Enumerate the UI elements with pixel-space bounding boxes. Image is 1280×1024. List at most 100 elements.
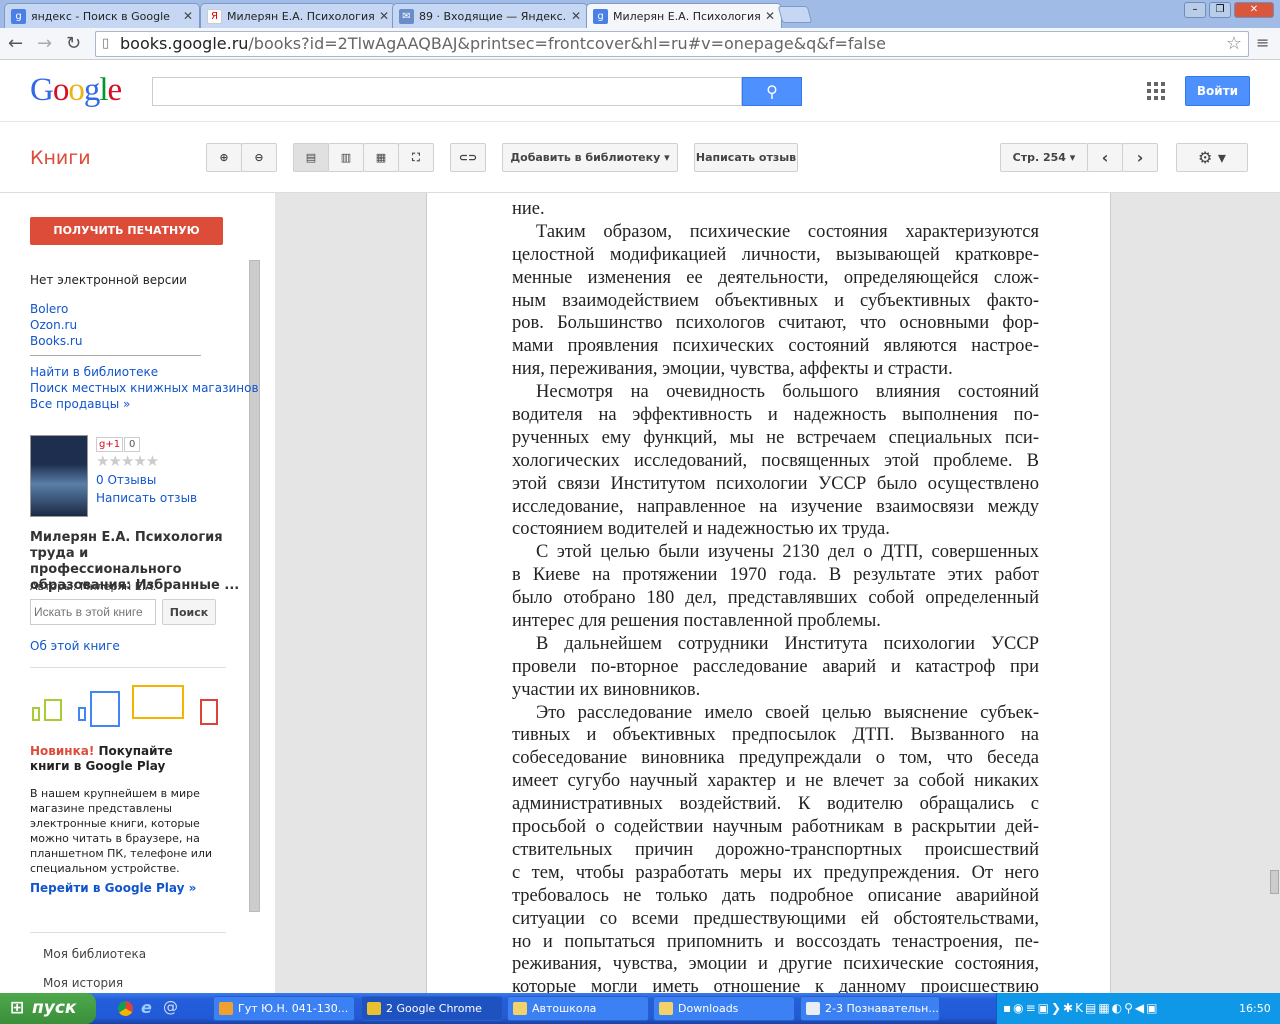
grid-icon: ▦ [375,151,387,164]
taskbar-button[interactable]: 2 Google Chrome [361,996,503,1021]
task-label: Автошкола [532,1002,597,1015]
book-search-input[interactable] [30,599,156,625]
find-in-library-link[interactable]: Найти в библиотеке [30,364,259,380]
text-line: реживания, чувства, эмоции и другие псих… [512,954,1039,975]
thumbnail-button[interactable]: ▦ [363,143,399,172]
yandex-icon: Я [207,8,222,24]
write-review-link[interactable]: Написать отзыв [96,491,197,505]
text-line: провели по-вторное расследование аварий … [512,656,1039,677]
taskbar-button[interactable]: Downloads [653,996,795,1021]
get-print-button[interactable]: ПОЛУЧИТЬ ПЕЧАТНУЮ ВЕРСИЮ [30,217,223,265]
local-stores-link[interactable]: Поиск местных книжных магазинов [30,380,259,396]
books-title[interactable]: Книги [30,147,91,169]
bookmark-star-icon[interactable]: ☆ [1226,32,1242,56]
folder-icon [513,1002,527,1015]
close-window-button[interactable]: ✕ [1234,2,1274,18]
divider [30,667,226,668]
book-cover[interactable] [30,435,88,517]
two-page-icon: ▥ [340,151,352,164]
close-tab-icon[interactable]: ✕ [379,9,389,23]
browser-tab[interactable]: g яндекс - Поиск в Google ✕ [4,3,200,28]
menu-icon[interactable]: ≡ [1256,33,1269,52]
close-tab-icon[interactable]: ✕ [571,9,581,23]
back-icon[interactable]: ← [8,33,23,54]
navigation-bar: ← → ↻ ▯ books.google.ru/books?id=2TlwAgA… [0,28,1280,60]
search-input[interactable] [152,77,742,106]
seller-link[interactable]: Books.ru [30,333,82,349]
google-play-link[interactable]: Перейти в Google Play » [30,881,196,895]
browser-tab[interactable]: ✉ 89 · Входящие — Яндекс.П ✕ [392,3,588,28]
my-history-link[interactable]: Моя история [43,976,123,990]
book-search-button[interactable]: Поиск [162,599,216,625]
taskbar-button[interactable]: 2-3 Познавательн... [800,996,940,1021]
text-line: менные изменения ее деятельности, опреде… [512,267,1039,288]
search-icon: ⚲ [766,82,778,101]
link-button[interactable]: ⊂⊃ [450,143,486,172]
devices-illustration [30,685,220,730]
zoom-out-button[interactable]: ⊖ [241,143,277,172]
close-tab-icon[interactable]: ✕ [765,9,775,23]
text-line: административных воздействий. К водителю… [512,794,1039,815]
seller-link[interactable]: Ozon.ru [30,317,82,333]
text-line: Таким образом, психические состояния хар… [536,221,1039,242]
text-line: требовалось не только дать подробное опи… [512,885,1039,906]
close-tab-icon[interactable]: ✕ [183,9,193,23]
my-library-link[interactable]: Моя библиотека [43,947,146,961]
zoom-in-button[interactable]: ⊕ [206,143,242,172]
text-line: В дальнейшем сотрудники Института психол… [536,633,1039,654]
prev-page-button[interactable]: ‹ [1087,143,1123,172]
write-review-button[interactable]: Написать отзыв [694,143,798,172]
reload-icon[interactable]: ↻ [66,33,81,54]
text-line: было отобрано 180 дел, представлявших со… [512,588,1039,609]
book-viewer: ние. Таким образом, психические состояния… [275,193,1280,997]
search-button[interactable]: ⚲ [742,77,802,106]
chrome-quicklaunch-icon[interactable] [118,1001,133,1016]
text-line: С этой целью были изучены 2130 дел о ДТП… [536,542,1039,563]
single-page-button[interactable]: ▤ [293,143,329,172]
seller-list: Bolero Ozon.ru Books.ru [30,301,82,349]
seller-link[interactable]: Bolero [30,301,82,317]
taskbar-button[interactable]: Автошкола [507,996,649,1021]
tab-title: 89 · Входящие — Яндекс.П [419,9,566,23]
reviews-link[interactable]: 0 Отзывы [96,473,156,487]
minimize-button[interactable]: – [1184,2,1206,18]
browser-tab[interactable]: g Милерян Е.А. Психология т ✕ [586,3,782,28]
promo-new-label: Новинка! [30,744,95,758]
viewer-scrollbar[interactable] [1270,870,1279,894]
chevron-left-icon: ‹ [1101,148,1109,167]
outlook-quicklaunch-icon[interactable]: @ [163,998,178,1016]
google-logo[interactable]: Google [30,72,122,109]
new-tab-button[interactable] [777,6,813,23]
settings-button[interactable]: ⚙ ▾ [1176,143,1248,172]
browser-tab[interactable]: Я Милерян Е.А. Психология т ✕ [200,3,396,28]
start-button[interactable]: ⊞ пуск [0,993,96,1024]
no-ebook-label: Нет электронной версии [30,273,187,287]
text-line: ров. Большинство психологов считают, что… [512,313,1039,334]
text-line: участии их виновников. [512,679,701,700]
text-line: Это расследование имело своей целью выяс… [536,702,1039,723]
forward-icon[interactable]: → [37,33,52,54]
page-select[interactable]: Стр. 254 ▾ [1000,143,1088,172]
maximize-button[interactable]: ❐ [1209,2,1231,18]
next-page-button[interactable]: › [1122,143,1158,172]
fullscreen-button[interactable]: ⛶ [398,143,434,172]
books-toolbar: Книги ⊕ ⊖ ▤ ▥ ▦ ⛶ ⊂⊃ Добавить в библиоте… [0,121,1280,193]
tray-icons[interactable]: ▪◉≡▣❯✱K▤▦◐⚲◀▣ [1003,1001,1159,1015]
single-page-icon: ▤ [305,151,317,164]
taskbar-button[interactable]: Гут Ю.Н. 041-130... [213,996,355,1021]
login-button[interactable]: Войти [1185,76,1250,106]
gplus-count: 0 [124,437,141,452]
add-to-library-button[interactable]: Добавить в библиотеку ▾ [502,143,678,172]
apps-grid-icon[interactable] [1147,82,1165,100]
two-page-button[interactable]: ▥ [328,143,364,172]
text-line: собеседование виновника предупреждали о … [512,748,1039,769]
about-book-link[interactable]: Об этой книге [30,639,120,653]
all-sellers-link[interactable]: Все продавцы » [30,396,259,412]
ie-quicklaunch-icon[interactable]: e [141,998,152,1017]
zoom-in-icon: ⊕ [219,151,229,164]
divider [30,932,226,933]
address-bar[interactable]: ▯ books.google.ru/books?id=2TlwAgAAQBAJ&… [95,31,1249,57]
gplus-button[interactable]: g+1 [96,437,124,452]
sidebar-scrollbar[interactable] [249,260,260,912]
google-icon: g [11,8,26,24]
